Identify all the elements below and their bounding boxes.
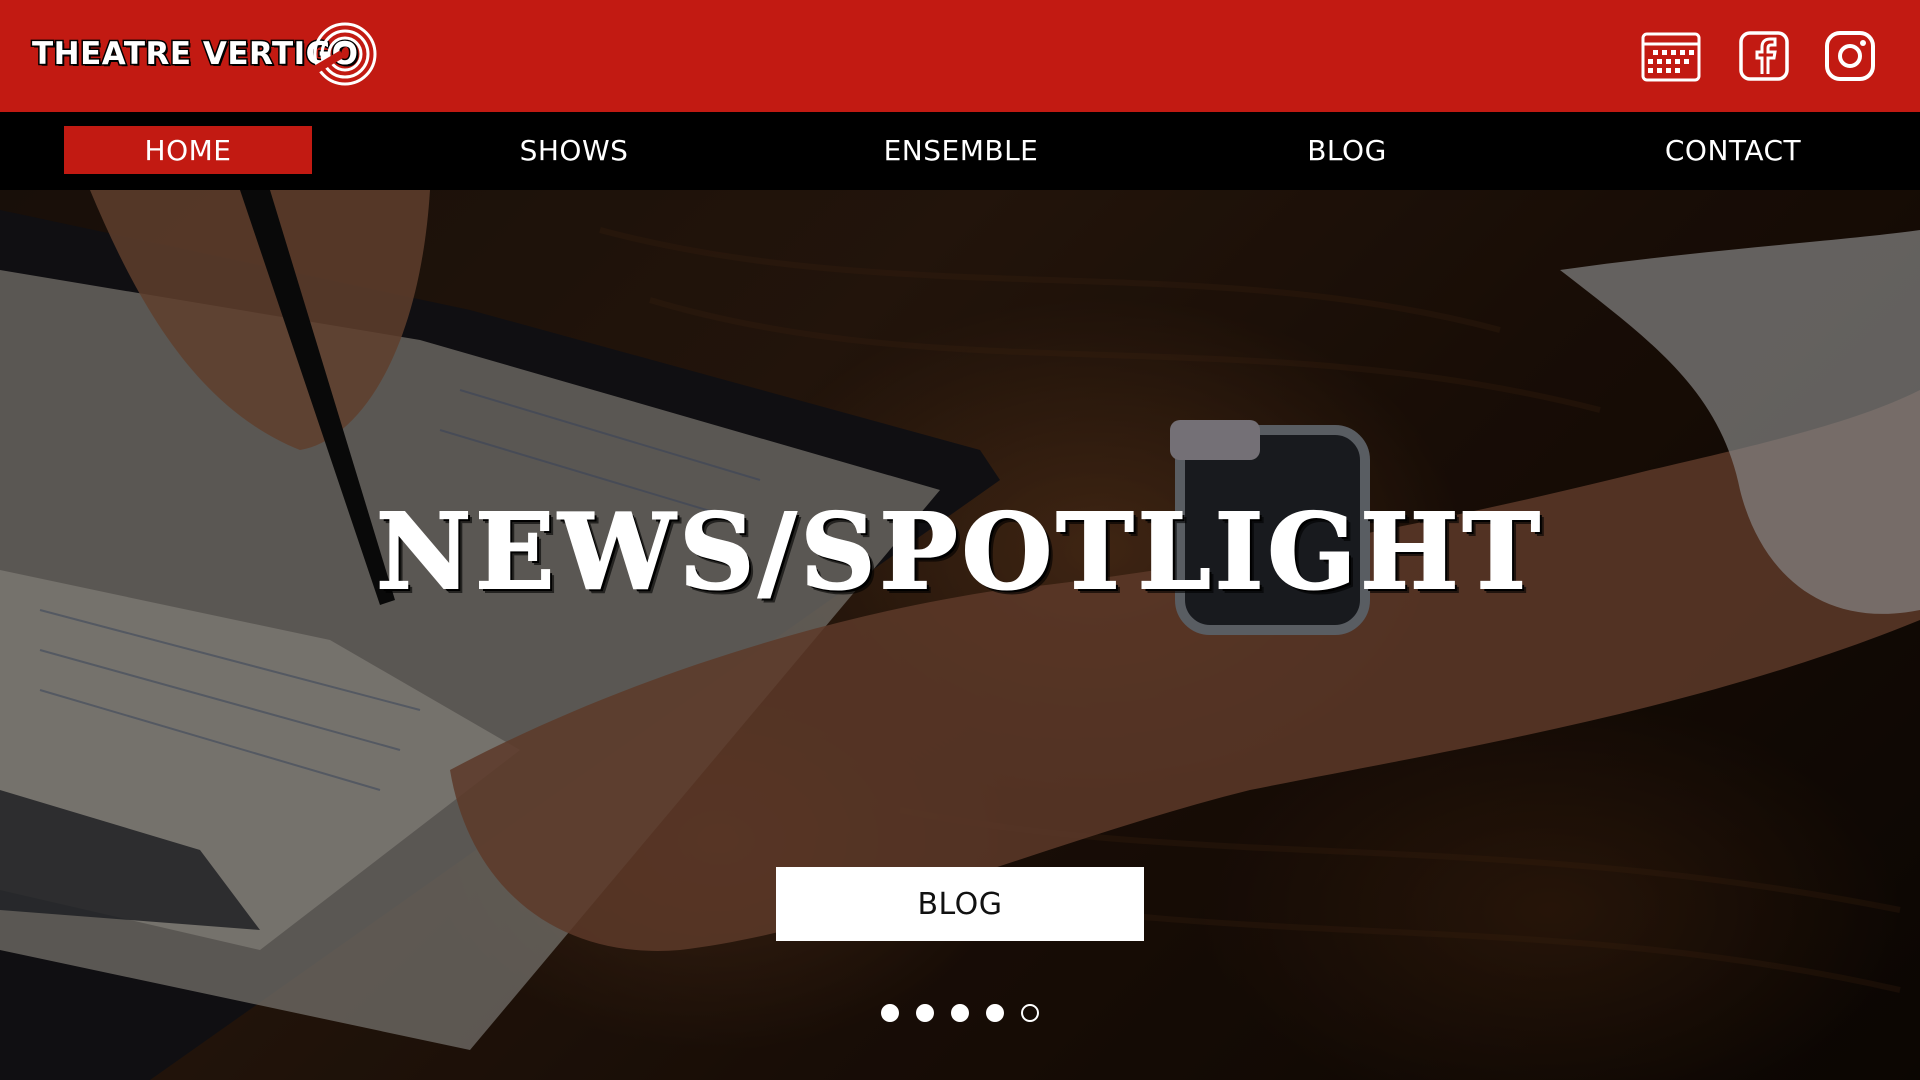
nav-item-ensemble[interactable]: ENSEMBLE: [837, 126, 1085, 174]
hero-slider: NEWS/SPOTLIGHT BLOG: [0, 190, 1920, 1080]
vertigo-swirl-icon: [312, 22, 377, 86]
theatre-vertigo-logo[interactable]: THEATRE VERTIGO: [30, 18, 377, 90]
nav-item-shows[interactable]: SHOWS: [450, 126, 698, 174]
slider-dot-2[interactable]: [916, 1004, 934, 1022]
nav-item-contact[interactable]: CONTACT: [1609, 126, 1857, 174]
nav-item-blog[interactable]: BLOG: [1223, 126, 1471, 174]
slider-dot-3[interactable]: [951, 1004, 969, 1022]
blog-button[interactable]: BLOG: [776, 867, 1144, 941]
main-nav: HOME SHOWS ENSEMBLE BLOG CONTACT: [0, 112, 1920, 190]
calendar-icon[interactable]: [1641, 30, 1701, 82]
nav-item-home[interactable]: HOME: [64, 126, 312, 174]
slider-dots: [0, 1004, 1920, 1022]
hero-dark-overlay: [0, 190, 1920, 1080]
slider-dot-5[interactable]: [1021, 1004, 1039, 1022]
slider-dot-4[interactable]: [986, 1004, 1004, 1022]
facebook-icon[interactable]: [1738, 30, 1790, 82]
hero-title: NEWS/SPOTLIGHT: [375, 489, 1544, 614]
instagram-icon[interactable]: [1824, 30, 1876, 82]
slider-dot-1[interactable]: [881, 1004, 899, 1022]
site-header: THEATRE VERTIGO: [0, 0, 1920, 112]
